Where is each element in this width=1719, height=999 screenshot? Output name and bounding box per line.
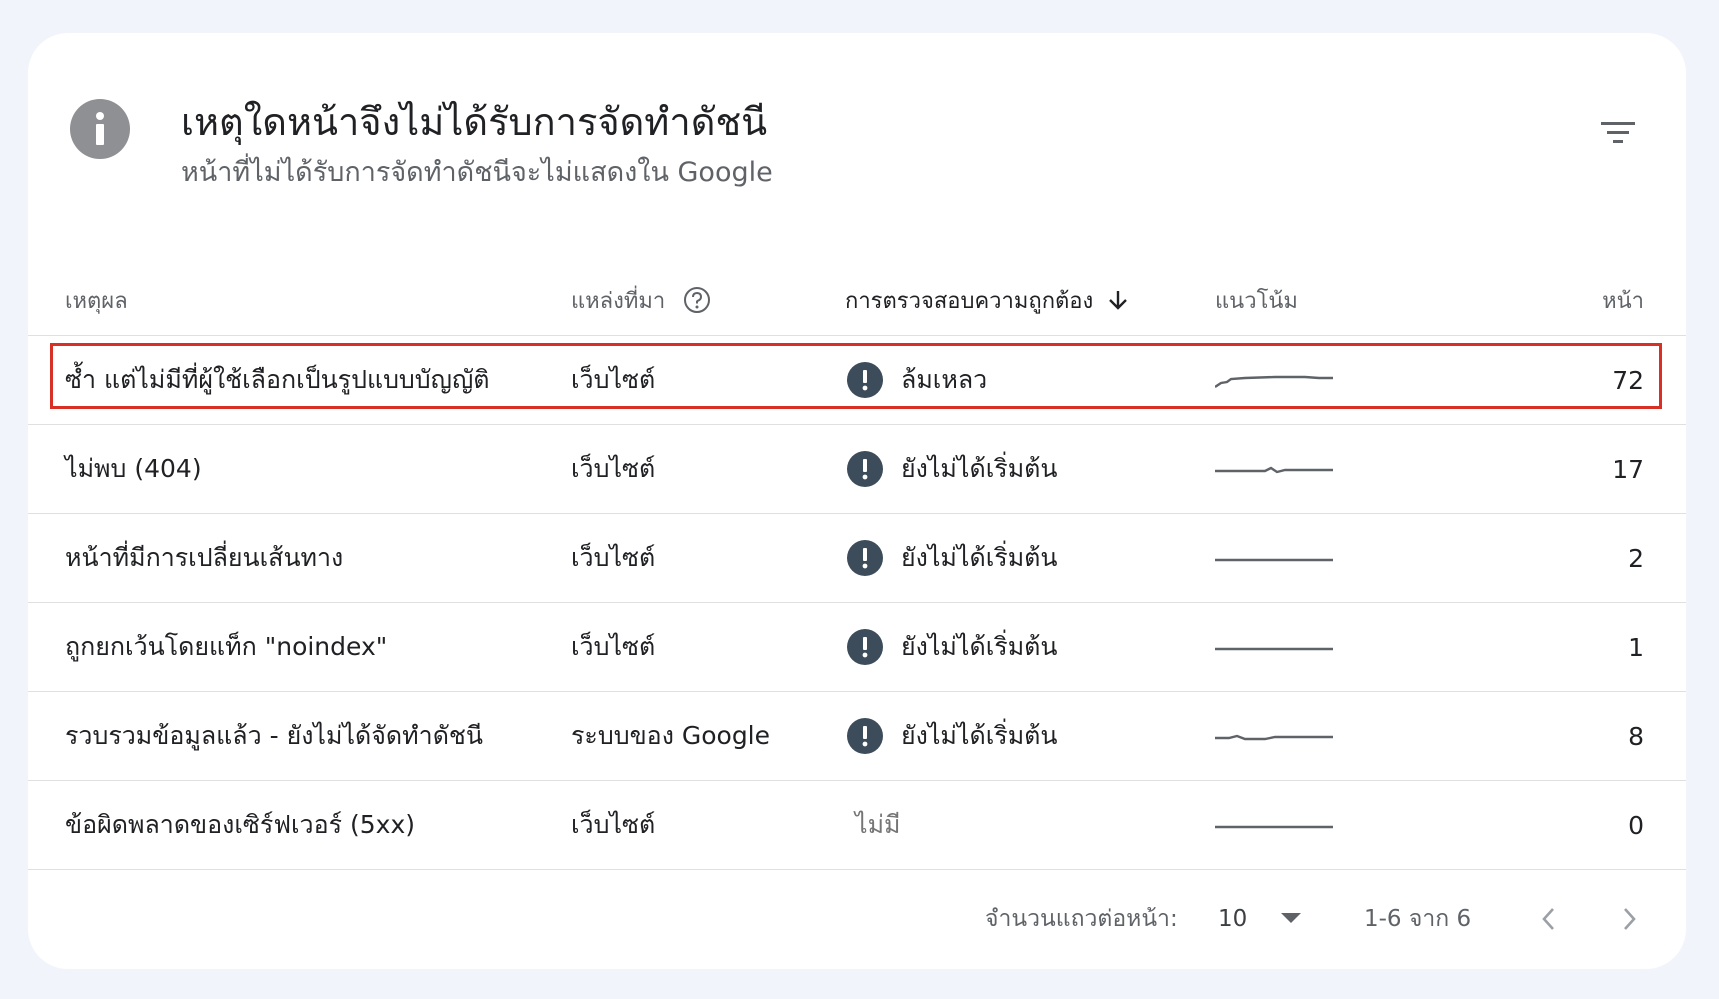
pagination-range: 1-6 จาก 6 [1364, 906, 1472, 932]
next-page-button[interactable] [1618, 897, 1640, 941]
row-source: เว็บไซต์ [571, 810, 656, 839]
column-header-source[interactable]: แหล่งที่มา [571, 265, 711, 335]
row-reason: ถูกยกเว้นโดยแท็ก "noindex" [65, 632, 388, 661]
row-pages: 17 [1612, 454, 1644, 484]
info-icon [70, 99, 130, 159]
row-source: ระบบของ Google [571, 721, 771, 750]
filter-button[interactable] [1596, 111, 1640, 155]
row-validation: ยังไม่ได้เริ่มต้น [847, 603, 1058, 691]
row-trend-sparkline [1215, 781, 1333, 869]
column-header-reason[interactable]: เหตุผล [65, 265, 128, 335]
row-pages: 8 [1628, 721, 1644, 751]
table-row[interactable]: รวบรวมข้อมูลแล้ว - ยังไม่ได้จัดทำดัชนี ร… [28, 692, 1686, 781]
column-header-validation[interactable]: การตรวจสอบความถูกต้อง [845, 265, 1129, 335]
row-trend-sparkline [1215, 603, 1333, 691]
help-circle-icon[interactable] [683, 286, 711, 314]
row-reason: ซ้ำ แต่ไม่มีที่ผู้ใช้เลือกเป็นรูปแบบบัญญ… [65, 365, 490, 394]
table-row[interactable]: ไม่พบ (404) เว็บไซต์ ยังไม่ได้เริ่มต้น 1… [28, 425, 1686, 514]
prev-page-button[interactable] [1538, 897, 1560, 941]
row-validation: ไม่มี [855, 810, 901, 839]
rows-per-page-select[interactable]: 10 [1218, 897, 1302, 941]
exclamation-icon [847, 451, 883, 487]
row-trend-sparkline [1215, 692, 1333, 780]
arrow-down-icon [1109, 291, 1128, 310]
row-validation: ยังไม่ได้เริ่มต้น [847, 514, 1058, 602]
exclamation-icon [847, 718, 883, 754]
table-row[interactable]: ข้อผิดพลาดของเซิร์ฟเวอร์ (5xx) เว็บไซต์ … [28, 781, 1686, 870]
indexing-reasons-card: เหตุใดหน้าจึงไม่ได้รับการจัดทำดัชนี หน้า… [28, 33, 1686, 969]
exclamation-icon [847, 362, 883, 398]
row-trend-sparkline [1215, 514, 1333, 602]
row-validation: ยังไม่ได้เริ่มต้น [847, 425, 1058, 513]
exclamation-icon [847, 629, 883, 665]
chevron-right-icon [1624, 908, 1636, 930]
row-validation: ยังไม่ได้เริ่มต้น [847, 692, 1058, 780]
column-header-trend: แนวโน้ม [1215, 288, 1298, 314]
row-validation: ล้มเหลว [847, 336, 987, 424]
card-title: เหตุใดหน้าจึงไม่ได้รับการจัดทำดัชนี [181, 100, 768, 144]
row-pages: 1 [1628, 632, 1644, 662]
row-reason: ไม่พบ (404) [65, 454, 202, 483]
row-reason: ข้อผิดพลาดของเซิร์ฟเวอร์ (5xx) [65, 810, 415, 839]
row-source: เว็บไซต์ [571, 632, 656, 661]
exclamation-icon [847, 540, 883, 576]
caret-down-icon [1281, 913, 1302, 923]
row-trend-sparkline [1215, 425, 1333, 513]
card-subtitle: หน้าที่ไม่ได้รับการจัดทำดัชนีจะไม่แสดงใน… [181, 157, 773, 188]
column-header-pages[interactable]: หน้า [1602, 265, 1644, 335]
row-pages: 2 [1628, 543, 1644, 573]
table-header: เหตุผล แหล่งที่มา การตรวจสอบความถูกต้อง … [28, 265, 1686, 336]
table-row[interactable]: หน้าที่มีการเปลี่ยนเส้นทาง เว็บไซต์ ยังไ… [28, 514, 1686, 603]
row-pages: 0 [1628, 810, 1644, 840]
row-source: เว็บไซต์ [571, 543, 656, 572]
row-trend-sparkline [1215, 336, 1333, 424]
table-row[interactable]: ถูกยกเว้นโดยแท็ก "noindex" เว็บไซต์ ยังไ… [28, 603, 1686, 692]
row-source: เว็บไซต์ [571, 454, 656, 483]
chevron-left-icon [1542, 908, 1554, 930]
row-reason: หน้าที่มีการเปลี่ยนเส้นทาง [65, 543, 344, 572]
row-source: เว็บไซต์ [571, 365, 656, 394]
rows-per-page-label: จำนวนแถวต่อหน้า: [985, 906, 1178, 932]
filter-icon [1601, 122, 1635, 143]
row-pages: 72 [1612, 365, 1644, 395]
table-row[interactable]: ซ้ำ แต่ไม่มีที่ผู้ใช้เลือกเป็นรูปแบบบัญญ… [28, 336, 1686, 425]
row-reason: รวบรวมข้อมูลแล้ว - ยังไม่ได้จัดทำดัชนี [65, 721, 483, 750]
